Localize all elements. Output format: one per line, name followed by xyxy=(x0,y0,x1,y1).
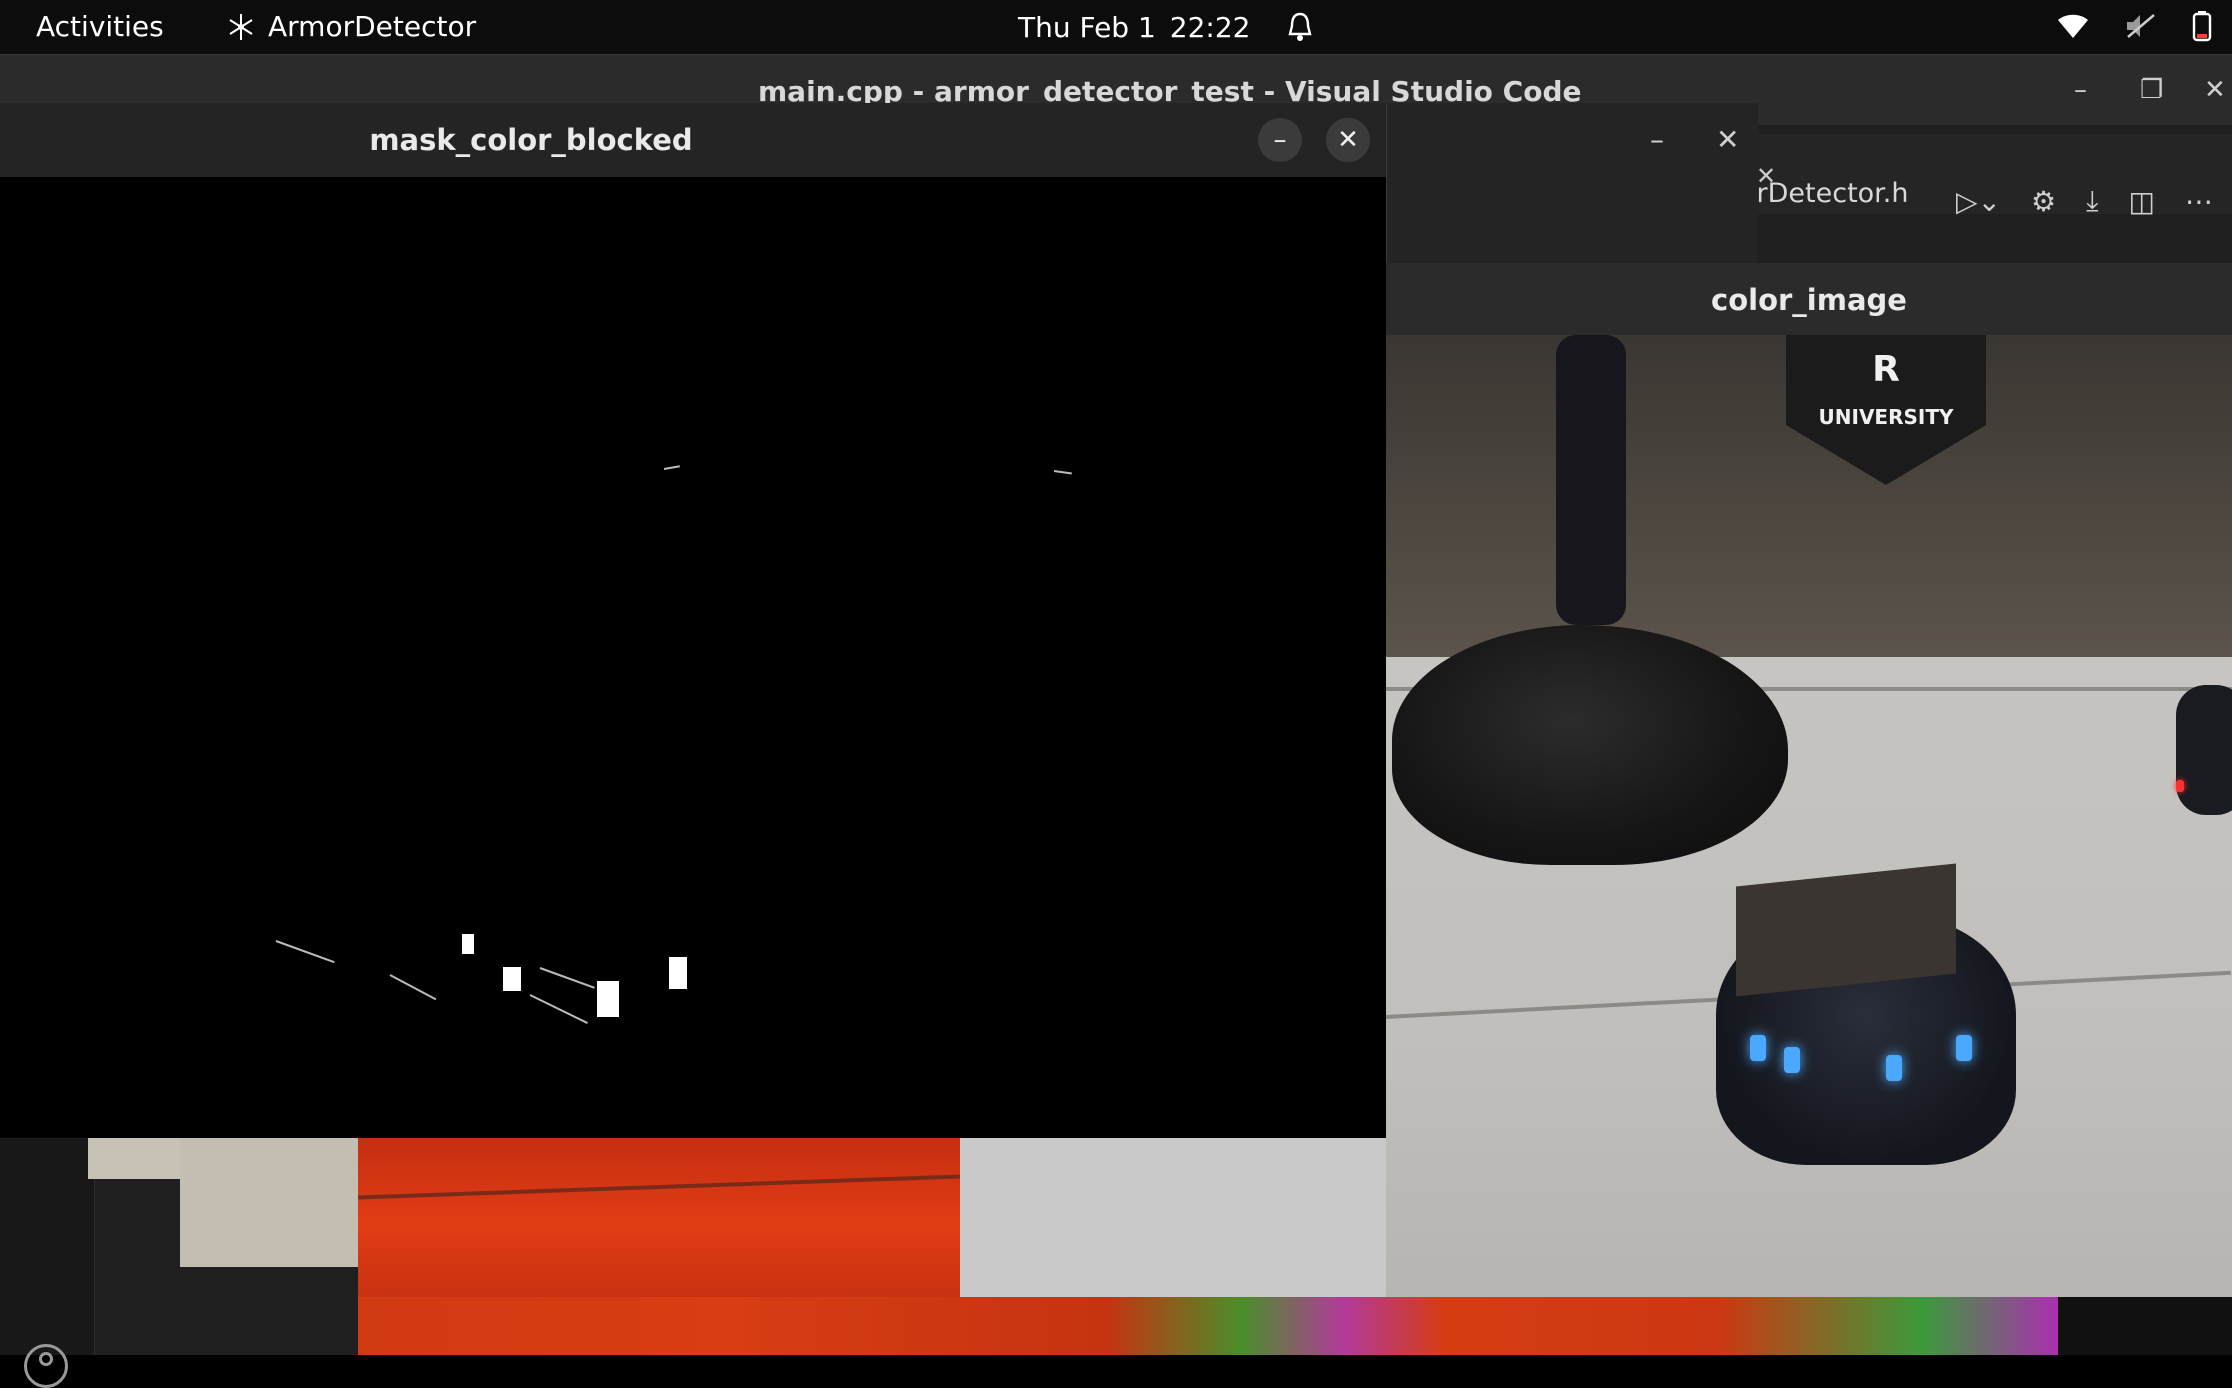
mask-blob xyxy=(597,981,619,1017)
vscode-minimize-icon[interactable]: – xyxy=(2074,75,2087,105)
robot-red-led xyxy=(2176,780,2184,792)
robot-armor-led xyxy=(1956,1035,1972,1061)
close-icon[interactable]: ✕ xyxy=(1716,123,1739,156)
mask-image xyxy=(0,177,1386,1138)
mask-speck xyxy=(529,994,588,1024)
settings-gear-icon[interactable]: ⚙ xyxy=(2031,185,2056,218)
mask-speck xyxy=(275,940,335,964)
background-image-fragment xyxy=(180,1137,360,1267)
time-text: 22:22 xyxy=(1169,10,1251,44)
mask-window-titlebar[interactable]: mask_color_blocked – ✕ xyxy=(0,103,1386,178)
close-icon[interactable]: ✕ xyxy=(1326,118,1370,162)
app-icon xyxy=(229,13,253,40)
mask-speck xyxy=(1053,470,1072,475)
mask-window: mask_color_blocked – ✕ xyxy=(0,103,1387,1138)
scene-person xyxy=(1556,335,1626,625)
hsv-image-fragment xyxy=(358,1297,2058,1355)
app-menu[interactable]: ArmorDetector xyxy=(226,10,476,43)
mask-speck xyxy=(539,967,595,989)
wifi-icon xyxy=(2058,14,2088,38)
background-fragment xyxy=(2058,1297,2232,1355)
editor-tab-label[interactable]: orDetector.h xyxy=(1740,178,1909,209)
notification-bell-icon xyxy=(1287,12,1312,41)
battery-icon xyxy=(2192,11,2212,42)
vscode-restore-icon[interactable]: ❐ xyxy=(2140,75,2163,105)
banner-letter: R xyxy=(1872,349,1900,390)
color-image-window: color_image R UNIVERSITY xyxy=(1386,263,2232,1297)
split-editor-icon[interactable]: ◫ xyxy=(2129,185,2155,218)
minimize-icon[interactable]: – xyxy=(1258,118,1302,162)
date-text: Thu Feb 1 xyxy=(1018,10,1156,44)
camera-frame: R UNIVERSITY xyxy=(1386,335,2232,1297)
robot-armor-led xyxy=(1784,1047,1800,1073)
hidden-window-header[interactable]: – ✕ xyxy=(1386,103,1758,263)
color-window-title: color_image xyxy=(1711,283,1907,317)
background-image-fragment xyxy=(88,1137,180,1179)
activities-button[interactable]: Activities xyxy=(36,10,164,43)
mask-speck xyxy=(663,465,680,470)
app-name: ArmorDetector xyxy=(268,10,477,43)
editor-toolbar: ▷⌄ ⚙ ⤓ ◫ ⋯ xyxy=(1956,184,2213,218)
minimize-icon[interactable]: – xyxy=(1650,123,1664,156)
vscode-close-icon[interactable]: ✕ xyxy=(2204,75,2226,105)
mask-blob xyxy=(669,957,687,989)
color-window-titlebar[interactable]: color_image xyxy=(1386,263,2232,336)
mask-speck xyxy=(389,974,437,1001)
clock[interactable]: Thu Feb 1 22:22 xyxy=(1018,10,1317,44)
second-robot xyxy=(2176,685,2232,815)
top-bar: Activities ArmorDetector Thu Feb 1 22:22 xyxy=(0,0,2232,54)
robot-armor-led xyxy=(1750,1035,1766,1061)
system-tray[interactable] xyxy=(2056,10,2212,42)
mask-window-title: mask_color_blocked xyxy=(369,123,693,157)
run-debug-icon[interactable]: ▷⌄ xyxy=(1956,185,2001,218)
robot-armor-led xyxy=(1886,1055,1902,1081)
more-actions-icon[interactable]: ⋯ xyxy=(2185,185,2213,218)
mask-blob xyxy=(462,934,474,954)
mask-blob xyxy=(503,967,521,991)
activity-bar xyxy=(0,1139,95,1355)
robot-turret xyxy=(1736,863,1956,997)
download-icon[interactable]: ⤓ xyxy=(2086,184,2098,218)
account-icon[interactable] xyxy=(24,1344,68,1388)
banner-text: UNIVERSITY xyxy=(1818,405,1954,429)
volume-muted-icon xyxy=(2127,14,2155,38)
